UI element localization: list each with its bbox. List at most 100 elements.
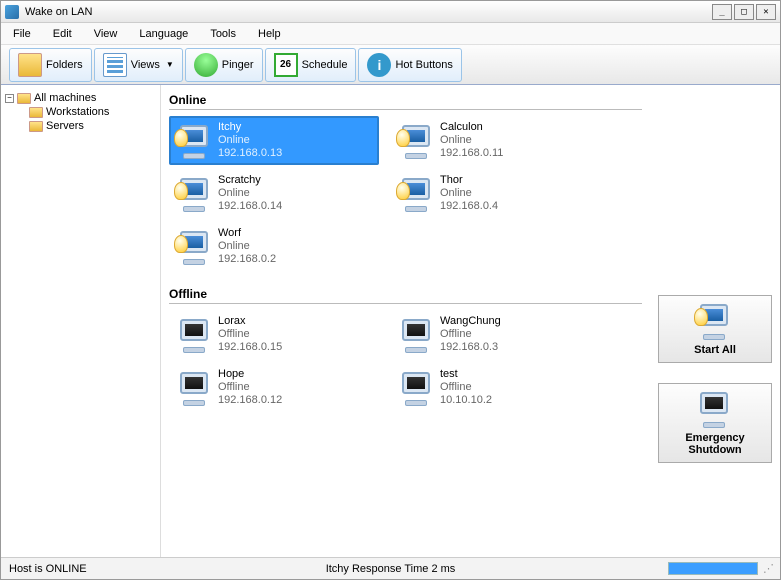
- folder-icon: [29, 121, 43, 132]
- start-all-label: Start All: [663, 344, 767, 356]
- machine-name: test: [440, 368, 492, 381]
- monitor-bulb-icon: [694, 302, 736, 340]
- machine-item[interactable]: WangChungOffline192.168.0.3: [391, 310, 601, 359]
- machine-name: WangChung: [440, 315, 501, 328]
- machine-ip: 10.10.10.2: [440, 394, 492, 407]
- monitor-on-icon: [174, 229, 212, 265]
- machine-name: Worf: [218, 227, 276, 240]
- machine-ip: 192.168.0.15: [218, 341, 282, 354]
- group-header: Online: [169, 91, 642, 110]
- machine-ip: 192.168.0.11: [440, 147, 503, 160]
- machine-status: Online: [218, 187, 282, 200]
- emergency-shutdown-label: Emergency Shutdown: [663, 432, 767, 456]
- monitor-on-icon: [174, 123, 212, 159]
- menubar: File Edit View Language Tools Help: [1, 23, 780, 45]
- resize-grip[interactable]: ⋰: [758, 562, 772, 575]
- monitor-off-icon: [174, 370, 212, 406]
- monitor-on-icon: [396, 123, 434, 159]
- monitor-on-icon: [174, 176, 212, 212]
- chevron-down-icon: ▼: [166, 60, 174, 69]
- monitor-off-icon: [174, 317, 212, 353]
- machine-name: Itchy: [218, 121, 282, 134]
- machine-item[interactable]: ItchyOnline192.168.0.13: [169, 116, 379, 165]
- tree-item-workstations[interactable]: Workstations: [5, 105, 156, 119]
- content-area: − All machines Workstations Servers Onli…: [1, 85, 780, 557]
- app-icon: [5, 5, 19, 19]
- emergency-shutdown-button[interactable]: Emergency Shutdown: [658, 383, 772, 463]
- menu-tools[interactable]: Tools: [210, 28, 236, 40]
- menu-view[interactable]: View: [94, 28, 118, 40]
- folders-button[interactable]: Folders: [9, 48, 92, 82]
- info-icon: i: [367, 53, 391, 77]
- machine-status: Offline: [440, 328, 501, 341]
- pinger-button[interactable]: Pinger: [185, 48, 263, 82]
- pinger-label: Pinger: [222, 59, 254, 71]
- machine-status: Offline: [440, 381, 492, 394]
- folder-tree: − All machines Workstations Servers: [1, 85, 161, 557]
- machine-status: Online: [440, 187, 498, 200]
- machine-status: Offline: [218, 328, 282, 341]
- statusbar: Host is ONLINE Itchy Response Time 2 ms …: [1, 557, 780, 579]
- machine-ip: 192.168.0.4: [440, 200, 498, 213]
- machine-status: Online: [218, 240, 276, 253]
- machine-item[interactable]: CalculonOnline192.168.0.11: [391, 116, 601, 165]
- machine-ip: 192.168.0.14: [218, 200, 282, 213]
- tree-root[interactable]: − All machines: [5, 91, 156, 105]
- machine-item[interactable]: ThorOnline192.168.0.4: [391, 169, 601, 218]
- maximize-button[interactable]: □: [734, 4, 754, 20]
- tree-item-label: Workstations: [46, 106, 109, 118]
- folder-icon: [18, 53, 42, 77]
- status-left: Host is ONLINE: [9, 563, 87, 575]
- tree-item-servers[interactable]: Servers: [5, 119, 156, 133]
- menu-language[interactable]: Language: [139, 28, 188, 40]
- machine-ip: 192.168.0.12: [218, 394, 282, 407]
- machine-name: Lorax: [218, 315, 282, 328]
- folder-icon: [29, 107, 43, 118]
- views-icon: [103, 53, 127, 77]
- machine-item[interactable]: HopeOffline192.168.0.12: [169, 363, 379, 412]
- machine-name: Thor: [440, 174, 498, 187]
- tree-root-label: All machines: [34, 92, 96, 104]
- machine-item[interactable]: LoraxOffline192.168.0.15: [169, 310, 379, 359]
- hot-buttons-label: Hot Buttons: [395, 59, 452, 71]
- window-title: Wake on LAN: [25, 6, 710, 18]
- machine-name: Calculon: [440, 121, 503, 134]
- machine-name: Hope: [218, 368, 282, 381]
- monitor-off-icon: [694, 390, 736, 428]
- monitor-on-icon: [396, 176, 434, 212]
- machine-ip: 192.168.0.3: [440, 341, 501, 354]
- status-center: Itchy Response Time 2 ms: [326, 563, 456, 575]
- views-button[interactable]: Views ▼: [94, 48, 183, 82]
- calendar-icon: 26: [274, 53, 298, 77]
- tree-item-label: Servers: [46, 120, 84, 132]
- monitor-off-icon: [396, 370, 434, 406]
- menu-edit[interactable]: Edit: [53, 28, 72, 40]
- antenna-icon: [194, 53, 218, 77]
- machine-item[interactable]: testOffline10.10.10.2: [391, 363, 601, 412]
- start-all-button[interactable]: Start All: [658, 295, 772, 363]
- views-label: Views: [131, 59, 160, 71]
- action-panel: Start All Emergency Shutdown: [650, 85, 780, 557]
- machine-list: OnlineItchyOnline192.168.0.13CalculonOnl…: [161, 85, 650, 557]
- machine-item[interactable]: WorfOnline192.168.0.2: [169, 222, 379, 271]
- machine-status: Offline: [218, 381, 282, 394]
- minimize-button[interactable]: _: [712, 4, 732, 20]
- titlebar: Wake on LAN _ □ ✕: [1, 1, 780, 23]
- machine-status: Online: [218, 134, 282, 147]
- folder-icon: [17, 93, 31, 104]
- machine-item[interactable]: ScratchyOnline192.168.0.14: [169, 169, 379, 218]
- machine-name: Scratchy: [218, 174, 282, 187]
- collapse-icon[interactable]: −: [5, 94, 14, 103]
- menu-file[interactable]: File: [13, 28, 31, 40]
- folders-label: Folders: [46, 59, 83, 71]
- menu-help[interactable]: Help: [258, 28, 281, 40]
- close-button[interactable]: ✕: [756, 4, 776, 20]
- hot-buttons-button[interactable]: i Hot Buttons: [358, 48, 461, 82]
- toolbar: Folders Views ▼ Pinger 26 Schedule i Hot…: [1, 45, 780, 85]
- machine-ip: 192.168.0.2: [218, 253, 276, 266]
- machine-status: Online: [440, 134, 503, 147]
- schedule-button[interactable]: 26 Schedule: [265, 48, 357, 82]
- monitor-off-icon: [396, 317, 434, 353]
- machine-ip: 192.168.0.13: [218, 147, 282, 160]
- group-header: Offline: [169, 285, 642, 304]
